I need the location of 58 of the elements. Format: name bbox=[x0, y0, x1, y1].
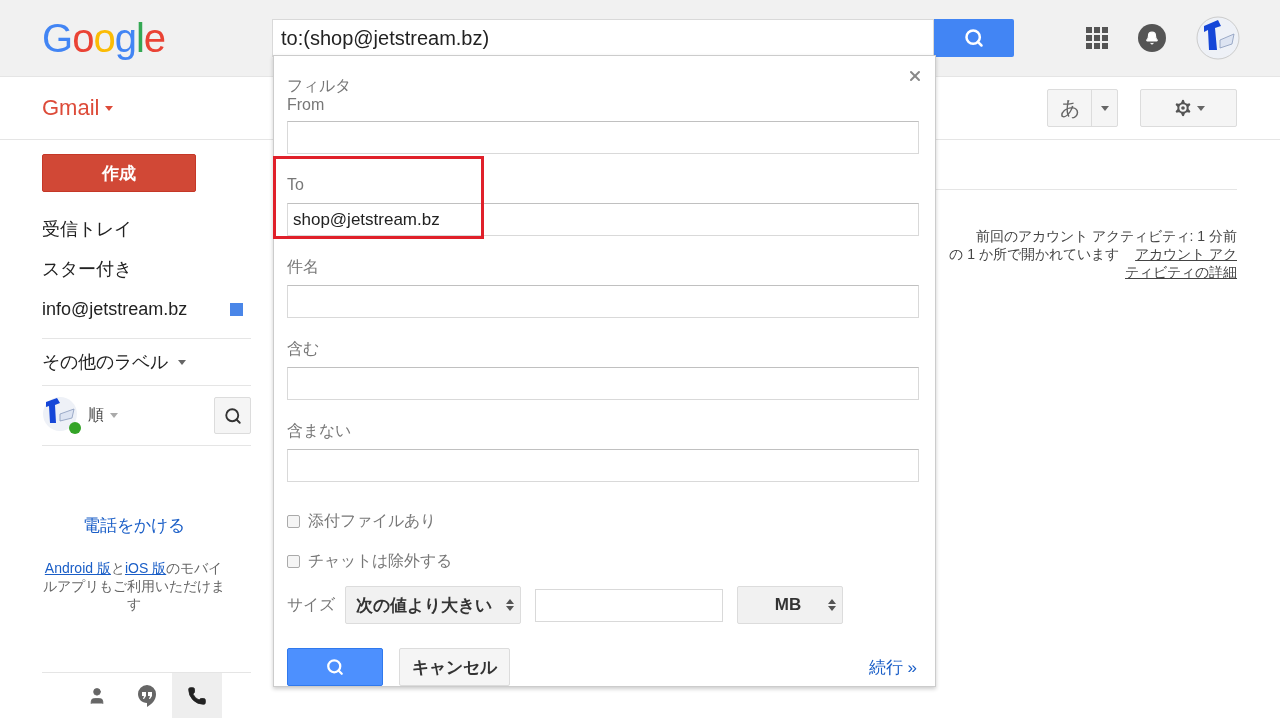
checkbox-label: チャットは除外する bbox=[308, 550, 452, 571]
app-link[interactable]: Android 版 bbox=[44, 560, 111, 576]
mobile-app-note: Android 版と iOS 版のモバイルアプリもご利用いただけます bbox=[41, 559, 226, 613]
nav-item[interactable]: info@jetstream.bz bbox=[42, 289, 251, 329]
close-icon bbox=[907, 68, 923, 84]
avatar[interactable] bbox=[1196, 16, 1240, 60]
cancel-button[interactable]: キャンセル bbox=[399, 648, 510, 686]
size-label: サイズ bbox=[287, 594, 335, 615]
field-label: To bbox=[287, 175, 305, 195]
phone-icon bbox=[186, 686, 207, 706]
checkbox[interactable] bbox=[287, 515, 300, 529]
user-name[interactable]: 順 bbox=[88, 405, 104, 426]
activity-text: 前回のアカウント アクティビティ: 1 分前 bbox=[975, 227, 1237, 245]
search-icon bbox=[326, 658, 344, 676]
comparison-select[interactable]: 次の値より大きい bbox=[345, 586, 521, 624]
activity-text: の 1 か所で開かれています bbox=[949, 245, 1119, 263]
caret-icon bbox=[105, 105, 114, 111]
input-field[interactable] bbox=[287, 285, 919, 318]
apps-grid-icon[interactable] bbox=[1086, 27, 1108, 49]
search-icon bbox=[223, 406, 242, 425]
caret-icon bbox=[110, 413, 118, 418]
input-field[interactable] bbox=[287, 121, 919, 154]
app-link[interactable]: iOS 版 bbox=[124, 560, 167, 576]
more-labels-toggle[interactable]: その他のラベル bbox=[42, 339, 251, 385]
field-label: 含む bbox=[287, 339, 320, 359]
checkbox-label: 添付ファイルあり bbox=[308, 511, 436, 532]
up-down-arrows-icon bbox=[506, 598, 514, 612]
caret-icon bbox=[1100, 105, 1109, 111]
call-link[interactable]: 電話をかける bbox=[82, 514, 185, 537]
input-tool-button[interactable]: あ bbox=[1047, 89, 1118, 127]
bell-icon bbox=[1145, 31, 1159, 45]
unit-select[interactable]: MB bbox=[737, 586, 843, 624]
up-down-arrows-icon bbox=[828, 598, 836, 612]
size-input[interactable] bbox=[535, 588, 723, 622]
close-button[interactable] bbox=[907, 68, 923, 84]
speech-bubble-icon bbox=[136, 685, 157, 707]
nav-item[interactable]: 受信トレイ bbox=[42, 209, 251, 249]
input-field[interactable]: shop@jetstream.bz bbox=[287, 203, 919, 236]
dialog-title: フィルタ bbox=[287, 76, 352, 96]
field-label: 件名 bbox=[287, 257, 320, 277]
settings-button[interactable] bbox=[1140, 89, 1237, 127]
nav-item[interactable]: スター付き bbox=[42, 249, 251, 289]
activity-details-link[interactable]: アカウント アクティビティの詳細 bbox=[1125, 245, 1237, 281]
input-field[interactable] bbox=[287, 367, 919, 400]
search-icon bbox=[964, 28, 984, 48]
field-label: 含まない bbox=[287, 421, 352, 441]
app-menu[interactable]: Gmail bbox=[42, 95, 114, 121]
more-options-link[interactable]: 続行 » bbox=[868, 655, 917, 679]
gear-icon bbox=[1172, 97, 1194, 119]
hangouts-tab[interactable] bbox=[171, 673, 222, 718]
caret-icon bbox=[1197, 105, 1205, 111]
search-field[interactable]: to:(shop@jetstream.bz) bbox=[272, 19, 934, 57]
checkbox[interactable] bbox=[287, 554, 300, 568]
input-field[interactable] bbox=[287, 449, 919, 482]
compose-button[interactable]: 作成 bbox=[42, 154, 196, 192]
field-label: From bbox=[287, 95, 326, 115]
caret-icon bbox=[178, 359, 186, 365]
notifications-button[interactable] bbox=[1138, 24, 1166, 52]
